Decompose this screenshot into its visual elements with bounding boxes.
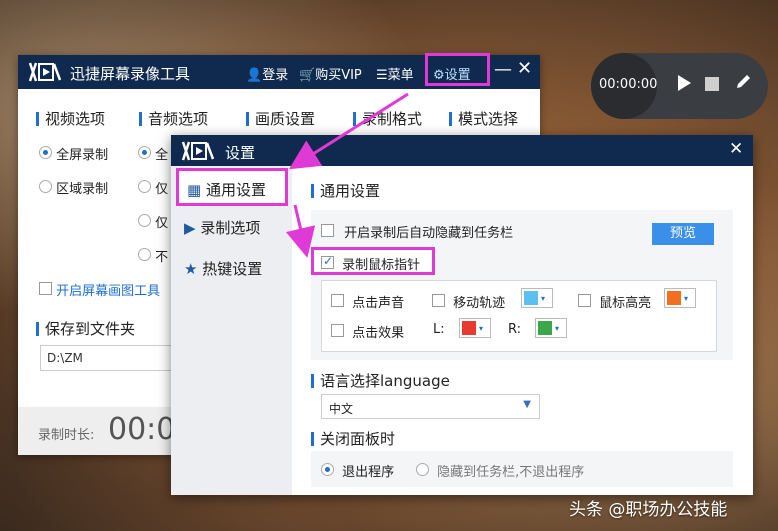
annotation-arrows — [285, 92, 409, 258]
watermark: 头条 @职场办公技能 — [569, 500, 728, 520]
annotation-arrow-1 — [288, 92, 409, 170]
annotation-arrow-2 — [285, 204, 316, 258]
